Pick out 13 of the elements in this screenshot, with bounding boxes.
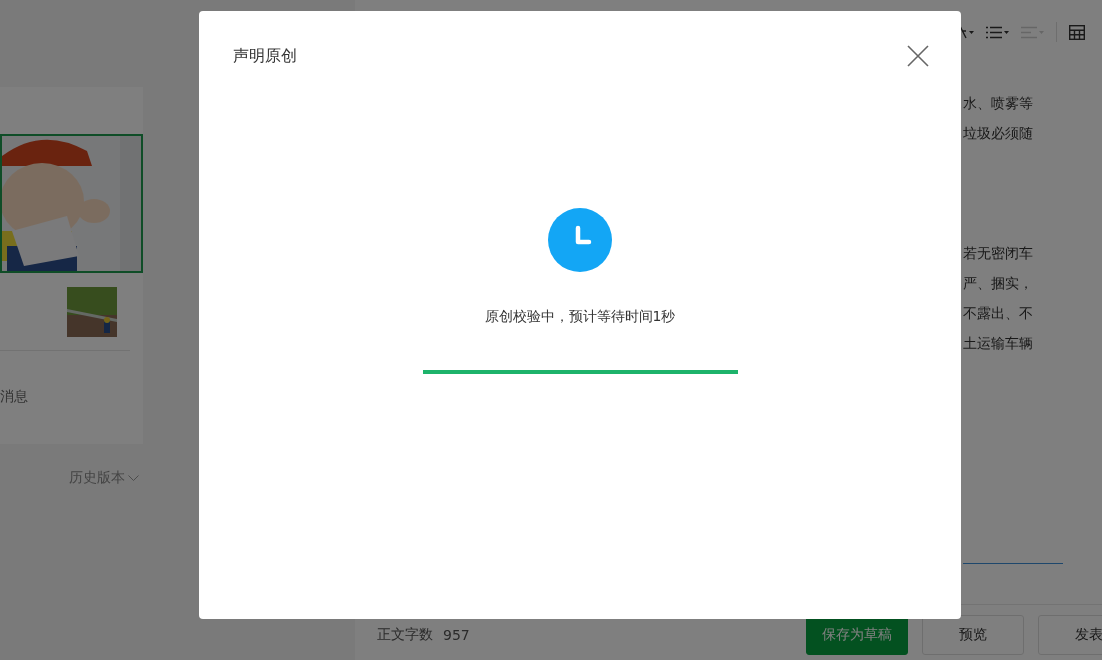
dialog-title: 声明原创 (233, 45, 297, 67)
action-button[interactable]: 预览 (922, 614, 1024, 655)
word-count-label: 正文字数 (377, 625, 433, 644)
body-text-line: 不露出、不 (963, 304, 1034, 323)
body-text-line: 土运输车辆 (963, 334, 1034, 353)
body-text-line: 严、捆实， (963, 274, 1034, 293)
word-count: 957 (443, 626, 470, 643)
item-text: 消息 (0, 388, 29, 406)
body-text-line: 垃圾必须随 (963, 124, 1034, 143)
body-text-line: 水、喷雾等 (963, 94, 1034, 113)
action-button[interactable]: 发表 (1038, 614, 1102, 655)
status-message: 原创校验中，预计等待时间1秒 (484, 308, 676, 326)
body-text-line: 若无密闭车 (963, 244, 1034, 263)
